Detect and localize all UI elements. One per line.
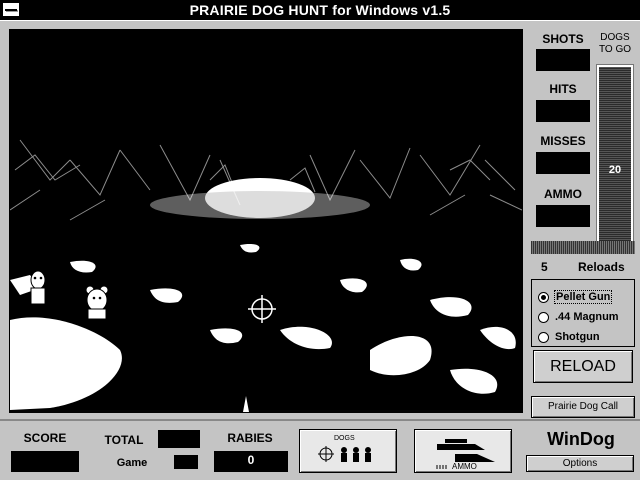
game-scene[interactable] [9,29,523,413]
game-label: Game [116,457,148,469]
prairie-dog-target[interactable] [85,285,109,320]
prairie-dog-icon: DOGS [318,435,371,462]
prairie-dog-target[interactable] [30,270,46,305]
bottom-divider [0,419,640,421]
dogs-icon-text: DOGS [334,435,355,442]
rifle-icon: AMMO [436,439,495,471]
dogs-icon-button[interactable]: DOGS [299,429,397,473]
rabies-value: 0 [247,453,255,467]
weapon-option-44-magnum[interactable]: .44 Magnum [538,309,619,325]
weapon-option-shotgun[interactable]: Shotgun [538,329,600,345]
total-label: TOTAL [104,433,144,447]
misses-display [536,152,590,174]
brand-logo: WinDog [547,429,615,449]
divider-bar [531,241,635,254]
game-display [174,455,198,469]
prairie-dog-call-button[interactable]: Prairie Dog Call [531,396,635,418]
radio-icon [538,311,549,323]
score-display [11,451,79,472]
options-button[interactable]: Options [526,455,634,472]
reload-button[interactable]: RELOAD [533,350,633,383]
crosshair-icon [248,295,276,323]
hits-label: HITS [549,82,577,96]
ammo-icon-text: AMMO [452,462,477,471]
game-window-client: SHOTS HITS MISSES AMMO DOGS TO GO 20 5 R… [0,21,640,480]
dogs-to-go-label: DOGS TO GO [595,32,635,56]
reloads-label: Reloads [578,260,625,274]
radio-selected-icon [538,291,549,303]
ammo-display [536,205,590,227]
hits-display [536,100,590,122]
weapon-option-pellet-gun[interactable]: Pellet Gun [538,289,613,305]
radio-icon [538,331,549,343]
dogs-to-go-line1: DOGS [600,32,630,43]
ammo-icon-button[interactable]: AMMO [414,429,512,473]
prairie-scene [10,139,522,412]
ammo-label: AMMO [544,187,582,201]
weapon-label: .44 Magnum [555,311,619,323]
shots-label: SHOTS [542,32,584,46]
dogs-to-go-line2: TO GO [598,44,632,55]
ground-patches [10,243,516,410]
dogs-to-go-meter: 20 [596,64,634,252]
misses-label: MISSES [540,134,586,148]
shots-display [536,49,590,71]
gun-barrel [243,396,249,412]
rabies-label: RABIES [227,431,273,445]
reloads-count: 5 [541,260,548,274]
total-display [158,430,200,448]
title-bar: PRAIRIE DOG HUNT for Windows v1.5 [0,0,640,20]
dogs-to-go-value: 20 [608,164,622,176]
weapon-label: Pellet Gun [553,290,613,304]
window-title: PRAIRIE DOG HUNT for Windows v1.5 [189,2,451,18]
weapon-label: Shotgun [555,331,600,343]
score-label: SCORE [23,431,67,445]
